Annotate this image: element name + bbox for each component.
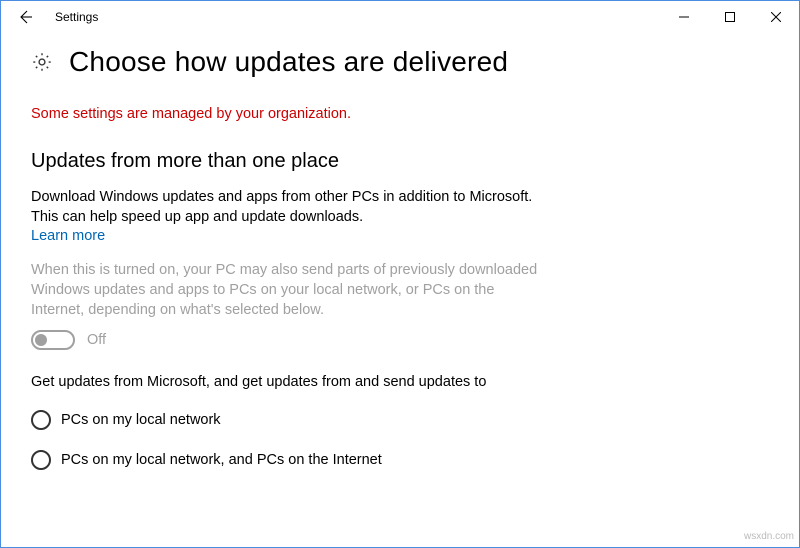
radio-option-local[interactable]: PCs on my local network xyxy=(31,410,769,430)
learn-more-link[interactable]: Learn more xyxy=(31,228,105,244)
radio-icon xyxy=(31,450,51,470)
gear-icon xyxy=(31,51,53,73)
radio-label-local: PCs on my local network xyxy=(61,412,221,428)
section-title: Updates from more than one place xyxy=(31,150,769,173)
minimize-button[interactable] xyxy=(661,1,707,32)
radio-label-internet: PCs on my local network, and PCs on the … xyxy=(61,452,382,468)
window-title: Settings xyxy=(49,1,661,32)
page-title: Choose how updates are delivered xyxy=(69,46,508,78)
minimize-icon xyxy=(679,12,689,22)
close-button[interactable] xyxy=(753,1,799,32)
delivery-toggle[interactable] xyxy=(31,330,75,350)
maximize-icon xyxy=(725,12,735,22)
maximize-button[interactable] xyxy=(707,1,753,32)
feature-description: Download Windows updates and apps from o… xyxy=(31,187,551,227)
radio-icon xyxy=(31,410,51,430)
radio-group-intro: Get updates from Microsoft, and get upda… xyxy=(31,372,551,392)
page-header: Choose how updates are delivered xyxy=(31,46,769,78)
toggle-description: When this is turned on, your PC may also… xyxy=(31,260,551,320)
back-button[interactable] xyxy=(1,1,49,32)
toggle-state-label: Off xyxy=(87,332,106,348)
toggle-knob-icon xyxy=(35,334,47,346)
radio-option-internet[interactable]: PCs on my local network, and PCs on the … xyxy=(31,450,769,470)
content-area: Choose how updates are delivered Some se… xyxy=(1,32,799,470)
titlebar: Settings xyxy=(1,1,799,32)
org-policy-warning: Some settings are managed by your organi… xyxy=(31,106,769,122)
back-arrow-icon xyxy=(17,9,33,25)
delivery-toggle-row: Off xyxy=(31,330,769,350)
attribution-watermark: wsxdn.com xyxy=(744,531,794,542)
close-icon xyxy=(771,12,781,22)
